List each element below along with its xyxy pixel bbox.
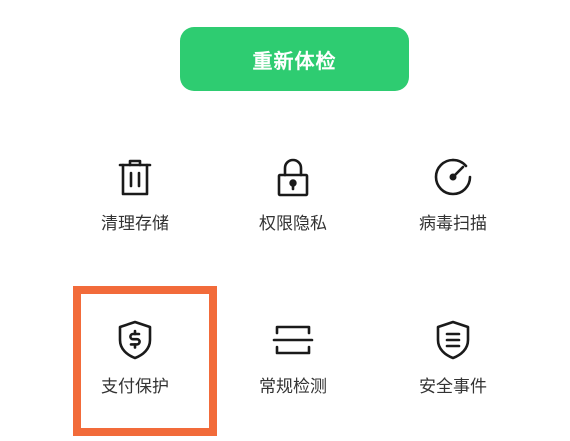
lock-icon <box>271 155 315 199</box>
shield-dollar-icon <box>113 318 157 362</box>
tool-permission-privacy[interactable]: 权限隐私 <box>218 155 368 275</box>
tool-routine-check[interactable]: 常规检测 <box>218 318 368 438</box>
shield-list-icon <box>431 318 475 362</box>
tool-label: 权限隐私 <box>259 214 327 234</box>
tool-label: 清理存储 <box>101 214 169 234</box>
tool-label: 常规检测 <box>259 377 327 397</box>
tool-security-events[interactable]: 安全事件 <box>378 318 528 438</box>
tool-clean-storage[interactable]: 清理存储 <box>60 155 210 275</box>
recheck-button[interactable]: 重新体检 <box>180 27 409 91</box>
tool-payment-protection[interactable]: 支付保护 <box>60 318 210 438</box>
security-tools-panel: 重新体检 清理存储 权限隐私 病毒扫描 支付保护 常规检测 安全事件 <box>0 0 570 441</box>
tool-label: 安全事件 <box>419 377 487 397</box>
tool-label: 病毒扫描 <box>419 214 487 234</box>
tool-label: 支付保护 <box>101 377 169 397</box>
gauge-icon <box>431 155 475 199</box>
tool-virus-scan[interactable]: 病毒扫描 <box>378 155 528 275</box>
trash-icon <box>113 155 157 199</box>
scan-icon <box>271 318 315 362</box>
